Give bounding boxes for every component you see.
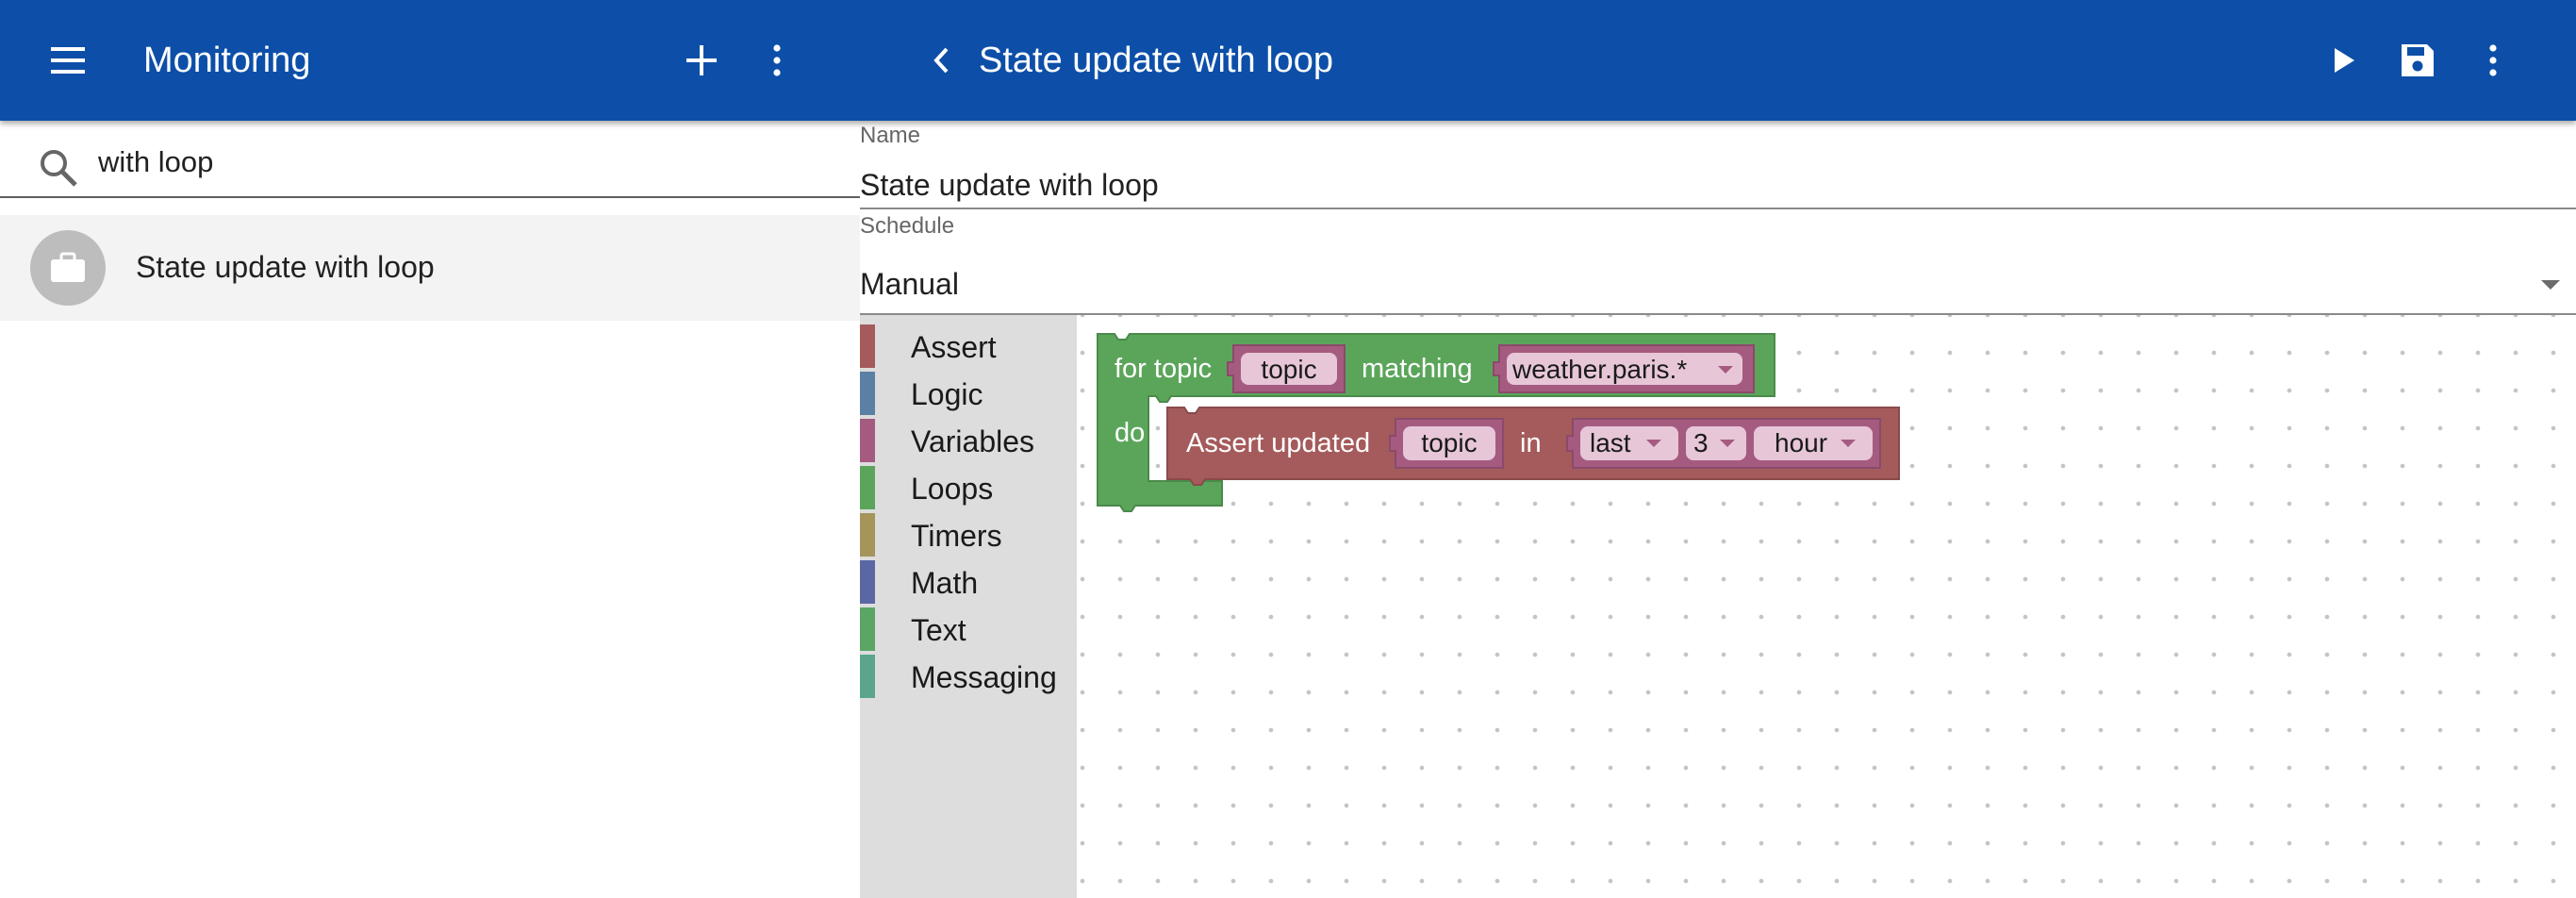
assert-variable-pill[interactable]: topic (1403, 428, 1495, 458)
blockly-workspace[interactable]: for topic topic matching weather.paris.*… (1077, 315, 2576, 898)
list-item-label: State update with loop (136, 250, 435, 284)
block-toolbox: Assert Logic Variables Loops Timers Math… (860, 315, 1077, 898)
toolbox-category-logic[interactable]: Logic (860, 372, 1077, 415)
toolbox-category-text[interactable]: Text (860, 607, 1077, 651)
category-color-swatch (860, 607, 875, 651)
category-color-swatch (860, 419, 875, 462)
schedule-label: Schedule (860, 213, 955, 239)
toolbox-category-label: Variables (911, 424, 1035, 458)
search-icon (38, 147, 79, 189)
category-color-swatch (860, 513, 875, 557)
period-dropdown[interactable]: last (1590, 428, 1643, 458)
toolbox-category-label: Logic (911, 377, 983, 411)
schedule-select[interactable] (860, 240, 2576, 313)
toolbox-category-label: Messaging (911, 660, 1057, 694)
toolbox-category-loops[interactable]: Loops (860, 466, 1077, 509)
name-field[interactable] (860, 162, 2576, 208)
assert-label: Assert updated (1186, 428, 1371, 458)
add-icon[interactable] (679, 38, 724, 83)
topic-pattern-dropdown[interactable]: weather.paris.* (1512, 355, 1714, 385)
toolbox-category-messaging[interactable]: Messaging (860, 655, 1077, 698)
toolbox-category-timers[interactable]: Timers (860, 513, 1077, 557)
briefcase-icon (51, 252, 85, 282)
avatar (30, 230, 106, 306)
script-title: State update with loop (979, 41, 1334, 80)
list-item[interactable]: State update with loop (0, 215, 860, 321)
toolbox-category-label: Loops (911, 472, 994, 506)
loop-variable-pill[interactable]: topic (1241, 355, 1337, 385)
search-bar (0, 121, 860, 198)
toolbox-category-assert[interactable]: Assert (860, 324, 1077, 368)
unit-dropdown[interactable]: hour (1775, 428, 1837, 458)
toolbox-category-label: Assert (911, 330, 997, 364)
app-title: Monitoring (143, 41, 311, 80)
script-list-panel: State update with loop (0, 121, 860, 898)
toolbox-category-label: Text (911, 613, 966, 647)
category-color-swatch (860, 655, 875, 698)
menu-icon[interactable] (45, 38, 91, 83)
category-color-swatch (860, 466, 875, 509)
back-icon[interactable] (922, 38, 960, 83)
amount-dropdown[interactable]: 3 (1693, 428, 1716, 458)
name-field-underline (860, 208, 2576, 209)
category-color-swatch (860, 372, 875, 415)
more-options-right-icon[interactable] (2470, 38, 2516, 83)
toolbox-category-label: Math (911, 566, 979, 600)
chevron-down-icon[interactable] (2538, 275, 2563, 294)
loop-label-for-topic: for topic (1115, 354, 1213, 384)
search-input[interactable] (98, 140, 834, 185)
loop-label-matching: matching (1362, 354, 1473, 384)
category-color-swatch (860, 324, 875, 368)
save-icon[interactable] (2395, 38, 2440, 83)
loop-label-do: do (1115, 418, 1146, 448)
category-color-swatch (860, 560, 875, 604)
assert-label-in: in (1520, 428, 1542, 458)
toolbox-category-math[interactable]: Math (860, 560, 1077, 604)
toolbox-category-label: Timers (911, 519, 1002, 553)
assert-updated-block[interactable] (1077, 315, 1925, 523)
name-label: Name (860, 123, 921, 148)
more-options-icon[interactable] (754, 38, 800, 83)
schedule-value: Manual (860, 267, 959, 301)
toolbox-category-variables[interactable]: Variables (860, 419, 1077, 462)
play-icon[interactable] (2321, 38, 2367, 83)
app-bar: Monitoring State update with loop (0, 0, 2576, 121)
